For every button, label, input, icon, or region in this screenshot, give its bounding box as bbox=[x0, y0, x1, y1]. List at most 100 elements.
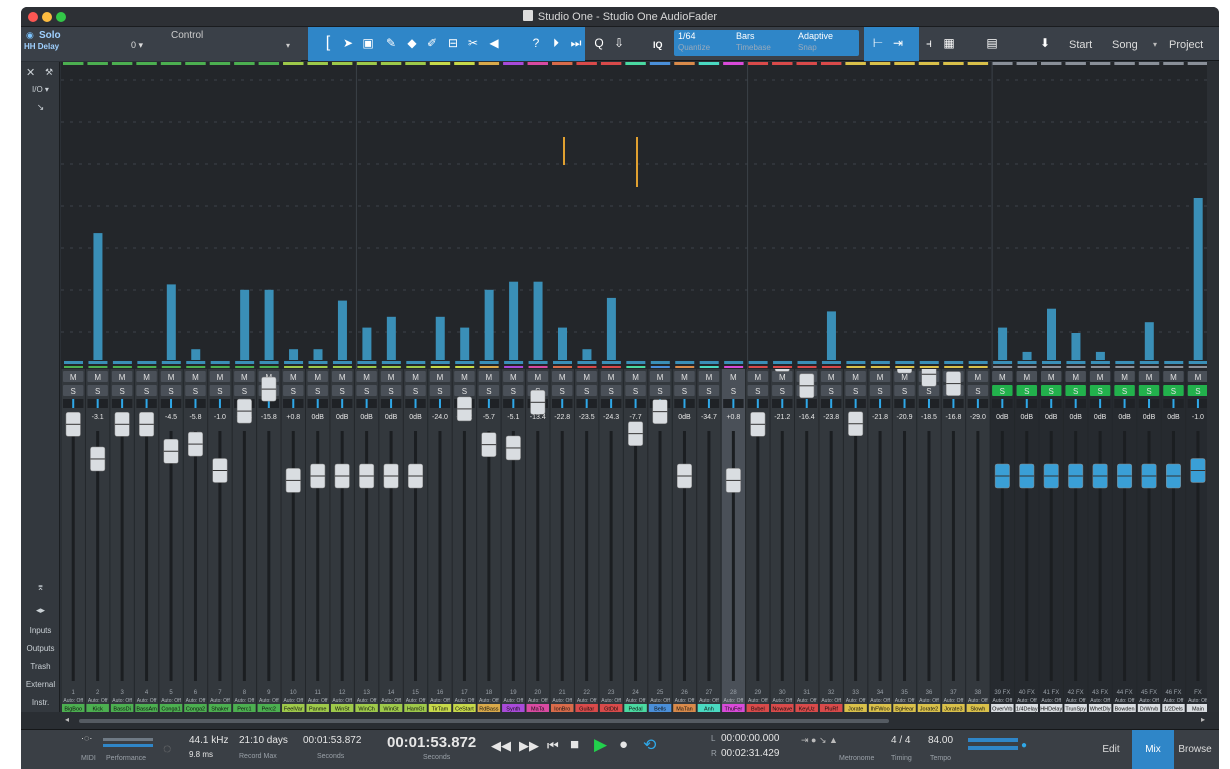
mute-label: M bbox=[608, 373, 615, 382]
loop-start[interactable]: 00:00:00.000 bbox=[721, 733, 779, 744]
automation-mode: Auto: Off bbox=[919, 698, 939, 704]
pencil-tool-icon[interactable]: ✎ bbox=[383, 35, 399, 51]
channel-color-strip bbox=[308, 366, 328, 368]
download-icon[interactable]: ⬇ bbox=[1037, 35, 1053, 51]
sidebar-item-instr[interactable]: Instr. bbox=[21, 698, 60, 707]
mixer-scrollbar[interactable]: ◂ ▸ bbox=[21, 712, 1219, 729]
rewind-icon[interactable]: ◀◀ bbox=[491, 738, 511, 754]
solo-label: S bbox=[1146, 387, 1151, 396]
pan-indicator bbox=[683, 399, 686, 408]
tempo-value[interactable]: 84.00 bbox=[928, 735, 953, 746]
channel-color-tab bbox=[625, 62, 646, 65]
track-info-box[interactable]: ◉ Solo HH Delay 0 ▾ Control ▾ bbox=[21, 27, 301, 61]
metronome-tool-icon[interactable]: ⇩ bbox=[611, 35, 627, 51]
seconds-display-small[interactable]: 00:01:53.872 bbox=[303, 735, 361, 746]
pan-indicator bbox=[610, 399, 613, 408]
snap-value[interactable]: Adaptive bbox=[798, 31, 833, 41]
solo-label: S bbox=[853, 387, 858, 396]
split-view-icon[interactable]: ⫞ bbox=[921, 35, 937, 51]
tempo-label: Tempo bbox=[930, 755, 952, 762]
main-time-display[interactable]: 00:01:53.872 bbox=[387, 734, 476, 751]
scroll-left-icon[interactable]: ◂ bbox=[65, 715, 69, 724]
split-tool-icon[interactable]: ⊟ bbox=[445, 35, 461, 51]
io-button[interactable]: I/O ▾ bbox=[21, 85, 60, 94]
precount-icon[interactable]: ⇥ ● ↘ ▲ bbox=[801, 735, 838, 746]
scroll-right-icon[interactable]: ▸ bbox=[1201, 715, 1205, 724]
volume-fader[interactable] bbox=[921, 369, 937, 387]
fast-forward-icon[interactable]: ▶▶ bbox=[519, 738, 539, 754]
song-page-button[interactable]: Song bbox=[1112, 39, 1138, 51]
listen-tool-icon[interactable]: ◀ bbox=[486, 35, 502, 51]
tools-icon[interactable]: ↘ bbox=[21, 102, 60, 113]
collapse-icon[interactable]: ⌆ bbox=[21, 582, 60, 593]
channel-color-strip bbox=[821, 366, 841, 368]
loop-end[interactable]: 00:02:31.429 bbox=[721, 748, 779, 759]
play-icon[interactable]: ▶ bbox=[594, 735, 607, 755]
mute-label: M bbox=[657, 373, 664, 382]
volume-readout: -5.8 bbox=[189, 414, 201, 421]
edit-view-button[interactable]: Edit bbox=[1090, 730, 1132, 769]
mute-label: M bbox=[241, 373, 248, 382]
mix-view-button[interactable]: Mix bbox=[1132, 730, 1174, 769]
paint-tool-icon[interactable]: ✐ bbox=[424, 35, 440, 51]
channel-color-strip bbox=[161, 366, 181, 368]
quantize-group[interactable]: 1/64 Quantize Bars Timebase Adaptive Sna… bbox=[674, 30, 859, 56]
quantize-value[interactable]: 1/64 bbox=[678, 31, 696, 41]
snap-grid-icon[interactable]: ⊢ bbox=[870, 35, 886, 51]
level-meter-bar bbox=[998, 327, 1008, 360]
output-toggle-icon[interactable]: ● bbox=[1021, 740, 1027, 751]
arrow-tool-icon[interactable]: ➤ bbox=[340, 35, 356, 51]
song-dropdown-icon[interactable]: ▾ bbox=[1153, 40, 1157, 49]
channel-strip: MS-16.431Auto: OffKeyUz bbox=[794, 369, 819, 712]
snap-cursor-icon[interactable]: ⇥ bbox=[890, 35, 906, 51]
meter-base bbox=[895, 361, 915, 364]
autoscroll-icon[interactable]: ⏵ bbox=[548, 35, 564, 51]
volume-fader[interactable] bbox=[897, 369, 912, 374]
automation-mode: Auto: Off bbox=[283, 698, 303, 704]
bend-tool-icon[interactable]: ✂ bbox=[465, 35, 481, 51]
channel-strip: MS-24.016Auto: OffTirTam bbox=[427, 369, 453, 712]
meter-base bbox=[1042, 361, 1061, 364]
sidebar-item-inputs[interactable]: Inputs bbox=[21, 626, 60, 635]
sidebar-item-outputs[interactable]: Outputs bbox=[21, 644, 60, 653]
wrench-icon[interactable]: ⚒ bbox=[39, 67, 59, 78]
browse-view-button[interactable]: Browse bbox=[1174, 730, 1216, 769]
iq-label[interactable]: IQ bbox=[653, 40, 663, 50]
channel-color-strip bbox=[724, 366, 744, 368]
loop-icon[interactable]: ⟲ bbox=[643, 735, 656, 755]
timing-value[interactable]: 4 / 4 bbox=[891, 735, 910, 746]
control-value[interactable]: 0 ▾ bbox=[131, 40, 143, 51]
eraser-tool-icon[interactable]: ◆ bbox=[404, 35, 420, 51]
close-window-button[interactable] bbox=[28, 12, 38, 22]
zoom-icon[interactable]: Q bbox=[591, 35, 607, 51]
snap-toggles[interactable]: ⊢ ⇥ bbox=[864, 27, 919, 61]
timebase-value[interactable]: Bars bbox=[736, 31, 755, 41]
expand-icon[interactable]: ◂▸ bbox=[21, 605, 60, 616]
control-dropdown-icon[interactable]: ▾ bbox=[286, 41, 290, 50]
start-page-button[interactable]: Start bbox=[1069, 39, 1092, 51]
minimize-window-button[interactable] bbox=[42, 12, 52, 22]
fader-track bbox=[193, 431, 197, 681]
stop-icon[interactable]: ■ bbox=[570, 736, 579, 753]
sidebar-item-trash[interactable]: Trash bbox=[21, 662, 60, 671]
range-tool-icon[interactable]: ▣ bbox=[360, 35, 376, 51]
maximize-window-button[interactable] bbox=[56, 12, 66, 22]
layout-icon[interactable]: ▦ bbox=[941, 35, 957, 51]
sidebar-item-external[interactable]: External bbox=[21, 680, 60, 689]
channel-color-tab bbox=[869, 62, 891, 65]
help-icon[interactable]: ? bbox=[528, 35, 544, 51]
follow-icon[interactable]: ⏭ bbox=[568, 35, 584, 51]
meter-base bbox=[112, 361, 132, 364]
pan-indicator bbox=[732, 399, 735, 408]
console-icon[interactable]: ▤ bbox=[984, 35, 1000, 51]
automation-mode: Auto: Off bbox=[528, 698, 548, 704]
project-page-button[interactable]: Project bbox=[1169, 39, 1203, 51]
volume-fader[interactable] bbox=[774, 369, 790, 372]
scroll-thumb[interactable] bbox=[79, 719, 889, 723]
automation-mode: Auto: Off bbox=[724, 698, 744, 704]
fx-channel-strip: MS0dB39 FXAuto: OffOverVrb bbox=[989, 369, 1015, 712]
record-icon[interactable]: ● bbox=[619, 736, 628, 753]
solo-label: S bbox=[1122, 387, 1127, 396]
solo-label: S bbox=[242, 387, 247, 396]
return-to-zero-icon[interactable]: ⏮ bbox=[547, 738, 559, 754]
